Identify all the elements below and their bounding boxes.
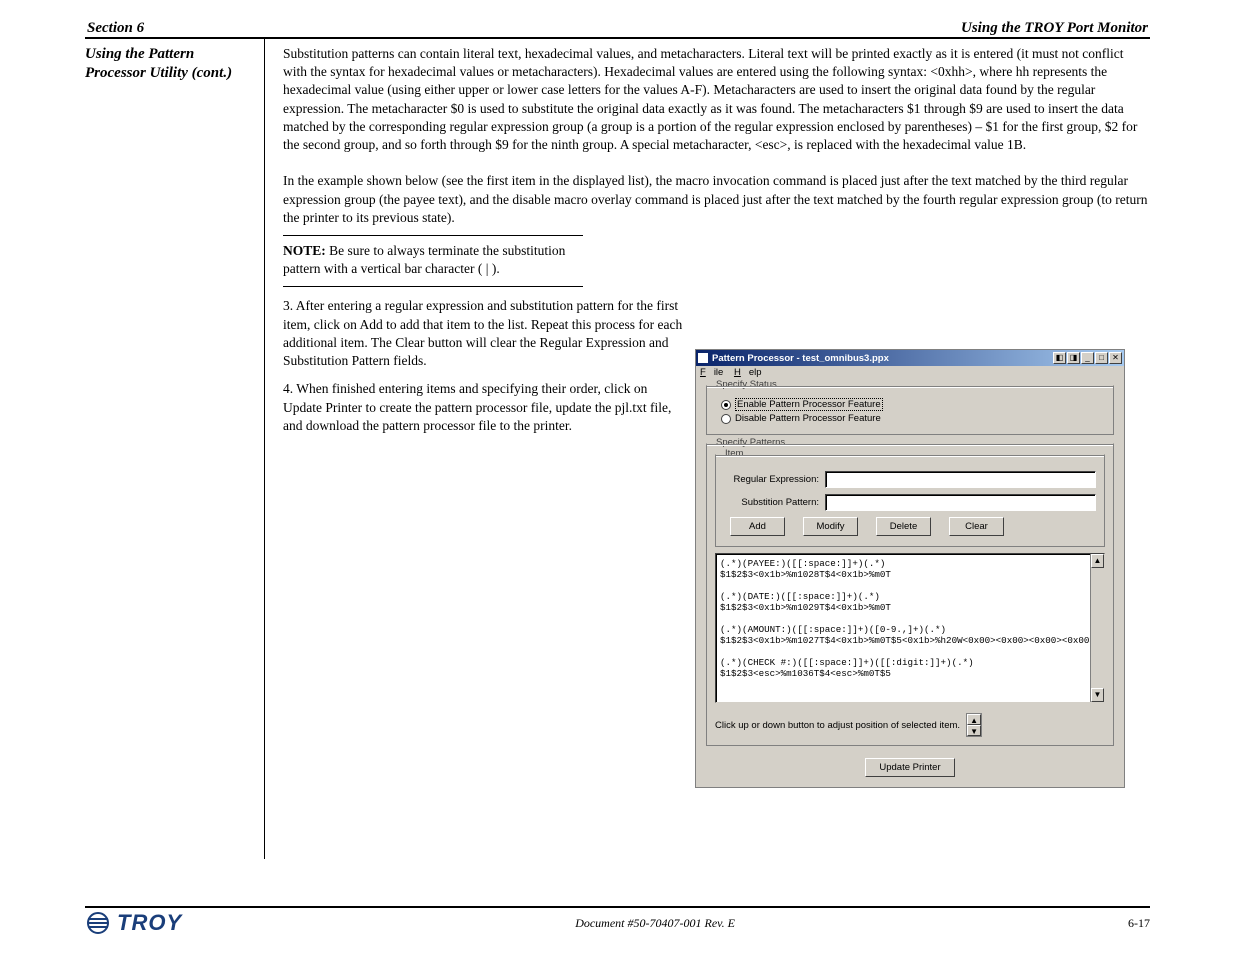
dock-left-button[interactable]: ◧ [1053, 352, 1066, 364]
brand-text: TROY [117, 910, 182, 936]
list-scrollbar[interactable]: ▲ ▼ [1090, 554, 1104, 702]
sidebar: Using the Pattern Processor Utility (con… [85, 39, 265, 859]
clear-button[interactable]: Clear [949, 517, 1004, 536]
label-subst: Substition Pattern: [724, 497, 819, 508]
substitution-input[interactable] [825, 494, 1096, 511]
menu-help[interactable]: Help [734, 367, 762, 378]
radio-disable[interactable]: Disable Pattern Processor Feature [721, 413, 1105, 424]
radio-icon [721, 400, 731, 410]
window-title: Pattern Processor - test_omnibus3.ppx [712, 353, 889, 364]
group-specify-patterns: Regular Expression: Substition Pattern: … [706, 443, 1114, 746]
maximize-button[interactable]: □ [1095, 352, 1108, 364]
spinner-down-icon[interactable]: ▼ [967, 725, 981, 736]
main-content: Substitution patterns can contain litera… [265, 39, 1150, 859]
dock-right-button[interactable]: ◨ [1067, 352, 1080, 364]
menubar: File Help [696, 366, 1124, 379]
menu-file[interactable]: File [700, 367, 723, 378]
close-button[interactable]: ✕ [1109, 352, 1122, 364]
pattern-processor-window: Pattern Processor - test_omnibus3.ppx ◧ … [695, 349, 1125, 788]
scroll-down-icon[interactable]: ▼ [1091, 688, 1104, 702]
patterns-list[interactable]: (.*)(PAYEE:)([[:space:]]+)(.*) $1$2$3<0x… [715, 553, 1105, 703]
reorder-spinner: ▲ ▼ [966, 713, 982, 737]
page-frame: Section 6 Using the TROY Port Monitor Us… [85, 40, 1150, 859]
footer-page-num: 6-17 [1128, 916, 1150, 931]
page-header: Section 6 Using the TROY Port Monitor [85, 20, 1150, 37]
note-block: NOTE: Be sure to always terminate the su… [283, 242, 583, 278]
note-rule-bottom [283, 286, 583, 287]
step-4: 4. When finished entering items and spec… [283, 380, 683, 435]
modify-button[interactable]: Modify [803, 517, 858, 536]
scroll-up-icon[interactable]: ▲ [1091, 554, 1104, 568]
add-button[interactable]: Add [730, 517, 785, 536]
paragraph-1: Substitution patterns can contain litera… [283, 45, 1150, 154]
app-icon [698, 353, 708, 363]
section-label: Section 6 [87, 20, 144, 37]
delete-button[interactable]: Delete [876, 517, 931, 536]
brand-logo-icon [85, 912, 111, 934]
sidebar-heading: Using the Pattern Processor Utility (con… [85, 45, 256, 83]
page-footer: TROY Document #50-70407-001 Rev. E 6-17 [85, 906, 1150, 936]
minimize-button[interactable]: _ [1081, 352, 1094, 364]
footer-rule [85, 906, 1150, 908]
note-label: NOTE: [283, 243, 326, 258]
step-3: 3. After entering a regular expression a… [283, 297, 683, 370]
spinner-up-icon[interactable]: ▲ [967, 714, 981, 725]
radio-enable-label: Enable Pattern Processor Feature [735, 398, 883, 411]
radio-disable-label: Disable Pattern Processor Feature [735, 413, 881, 424]
note-rule-top [283, 235, 583, 236]
titlebar[interactable]: Pattern Processor - test_omnibus3.ppx ◧ … [696, 350, 1124, 366]
reorder-hint: Click up or down button to adjust positi… [715, 720, 960, 731]
radio-enable[interactable]: Enable Pattern Processor Feature [721, 398, 1105, 411]
brand-logo: TROY [85, 910, 182, 936]
group-specify-status: Enable Pattern Processor Feature Disable… [706, 385, 1114, 435]
regex-input[interactable] [825, 471, 1096, 488]
paragraph-2: In the example shown below (see the firs… [283, 172, 1150, 227]
section-title: Using the TROY Port Monitor [961, 20, 1148, 37]
window-controls: ◧ ◨ _ □ ✕ [1053, 352, 1122, 364]
note-body: Be sure to always terminate the substitu… [283, 243, 565, 276]
update-printer-button[interactable]: Update Printer [865, 758, 955, 777]
footer-doc-id: Document #50-70407-001 Rev. E [575, 916, 735, 931]
radio-icon [721, 414, 731, 424]
group-item: Regular Expression: Substition Pattern: … [715, 454, 1105, 547]
label-regex: Regular Expression: [724, 474, 819, 485]
